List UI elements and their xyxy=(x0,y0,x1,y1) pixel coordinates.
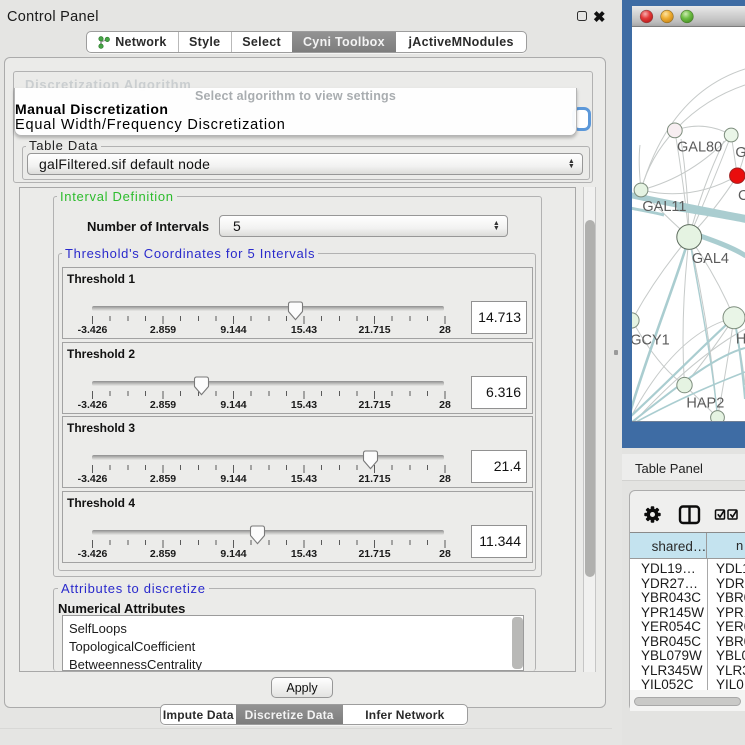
svg-text:GCY1: GCY1 xyxy=(632,333,670,349)
svg-text:G.: G. xyxy=(735,145,745,161)
svg-text:GAL11: GAL11 xyxy=(642,199,686,215)
svg-text:C: C xyxy=(738,188,745,204)
svg-text:HAP2: HAP2 xyxy=(686,395,724,411)
svg-text:GAL4: GAL4 xyxy=(692,251,729,267)
svg-text:H: H xyxy=(736,331,745,347)
svg-text:GAL80: GAL80 xyxy=(677,140,722,156)
